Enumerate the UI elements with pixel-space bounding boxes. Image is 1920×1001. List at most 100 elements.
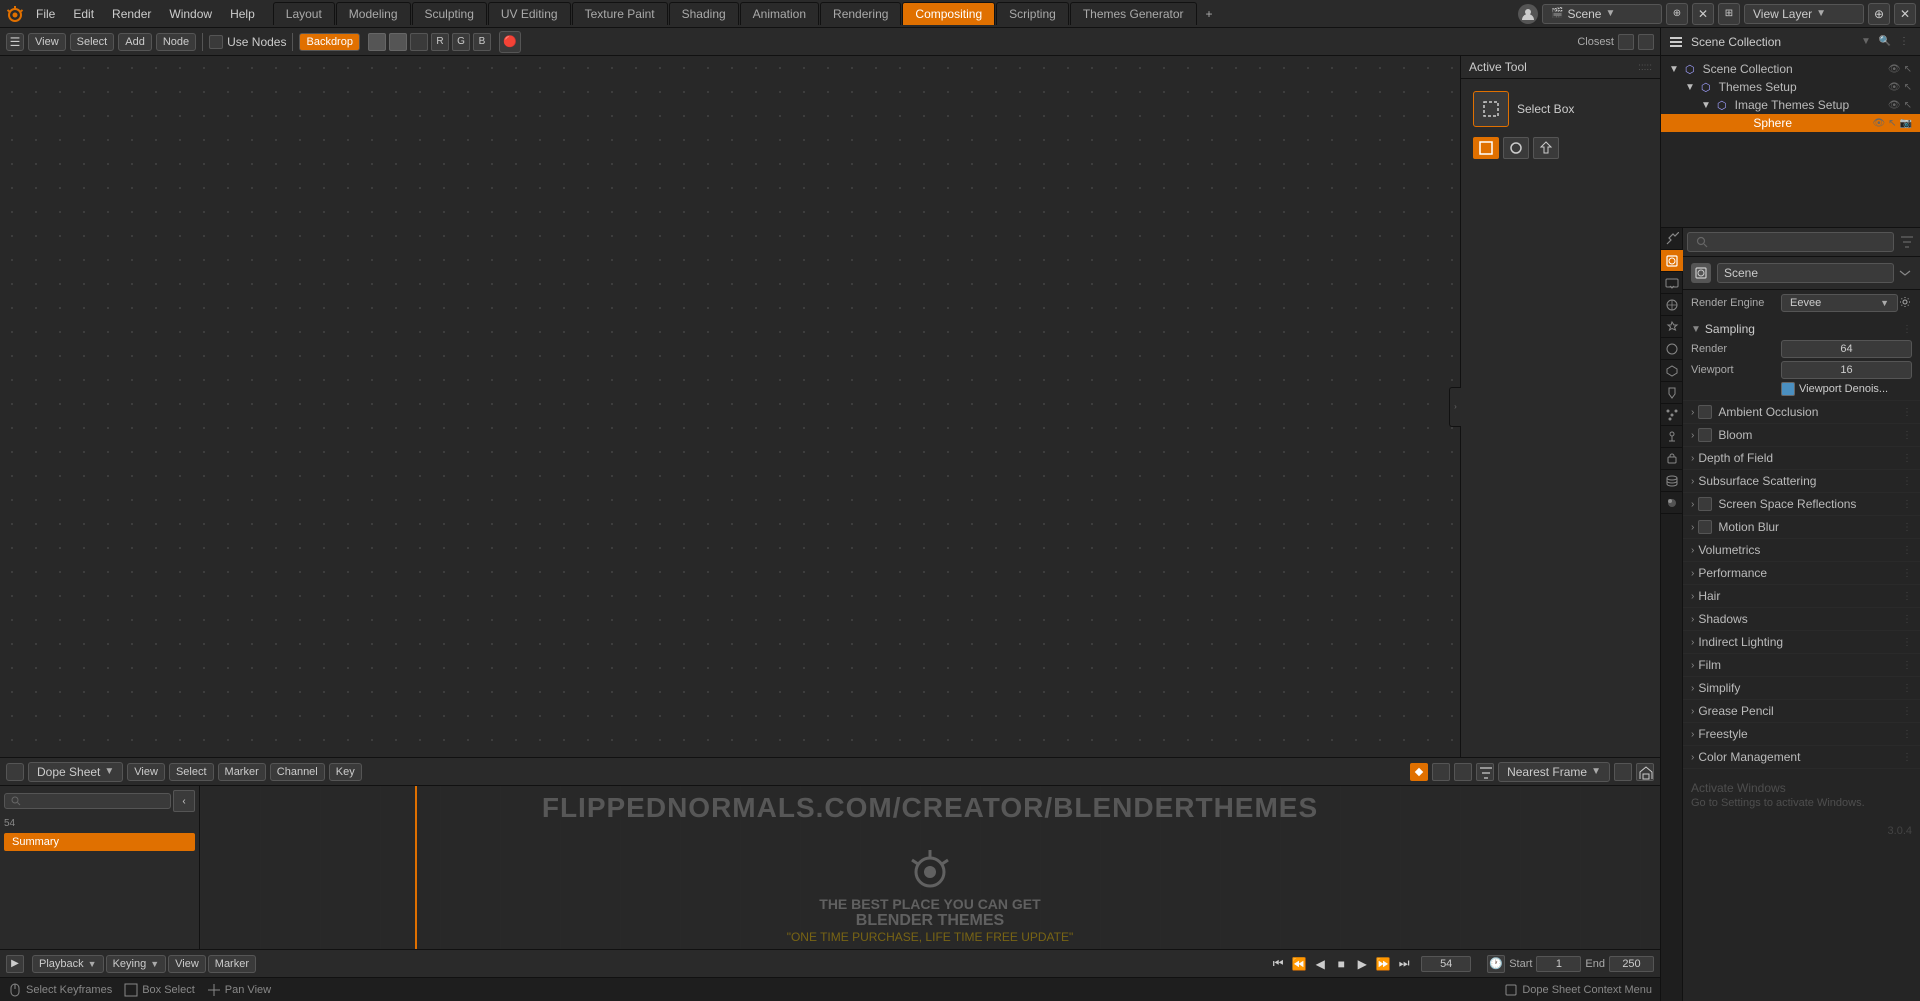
- effect-freestyle[interactable]: › Freestyle ⋮: [1683, 723, 1920, 746]
- summary-row[interactable]: Summary: [4, 833, 195, 851]
- user-icon[interactable]: [1518, 4, 1538, 24]
- compositor-color[interactable]: 🔴: [499, 31, 521, 53]
- props-search-input[interactable]: [1687, 232, 1894, 252]
- viewport-samples-input[interactable]: 16: [1781, 361, 1912, 379]
- tab-scripting[interactable]: Scripting: [996, 2, 1069, 25]
- menu-render[interactable]: Render: [104, 5, 159, 23]
- tree-item-image-themes[interactable]: ▼ ⬡ Image Themes Setup 👁 ↖: [1661, 96, 1920, 114]
- keying-btn[interactable]: Keying ▼: [106, 955, 167, 973]
- node-select-menu[interactable]: Select: [70, 33, 115, 51]
- vis-toggle-0[interactable]: 👁: [1888, 64, 1901, 75]
- menu-edit[interactable]: Edit: [65, 5, 102, 23]
- dope-right-panel[interactable]: FLIPPEDNORMALS.COM/CREATOR/BLENDERTHEMES…: [200, 786, 1660, 949]
- dope-grid-btn[interactable]: [1614, 763, 1632, 781]
- menu-window[interactable]: Window: [161, 5, 220, 23]
- dope-sheet-type[interactable]: Dope Sheet ▼: [28, 762, 123, 782]
- dope-opt-1[interactable]: [1432, 763, 1450, 781]
- node-editor-menu[interactable]: ☰: [6, 33, 24, 51]
- prop-tab-render[interactable]: [1661, 250, 1683, 272]
- render-engine-dropdown[interactable]: Eevee ▼: [1781, 294, 1898, 312]
- effect-color-mgmt[interactable]: › Color Management ⋮: [1683, 746, 1920, 769]
- effect-motion-blur[interactable]: › Motion Blur ⋮: [1683, 516, 1920, 539]
- prop-tab-data[interactable]: [1661, 470, 1683, 492]
- tool-opt-3[interactable]: [1533, 137, 1559, 159]
- vis-toggle-3[interactable]: 👁: [1872, 118, 1885, 129]
- dope-key-btn[interactable]: [1410, 763, 1428, 781]
- select-box-icon[interactable]: [1473, 91, 1509, 127]
- use-nodes-checkbox[interactable]: [209, 35, 223, 49]
- step-back-btn[interactable]: ⏪: [1290, 955, 1308, 973]
- scene-name-input[interactable]: [1717, 263, 1894, 283]
- effect-film[interactable]: › Film ⋮: [1683, 654, 1920, 677]
- play-stop-btn[interactable]: ■: [1332, 955, 1350, 973]
- effect-indirect[interactable]: › Indirect Lighting ⋮: [1683, 631, 1920, 654]
- play-forward-btn[interactable]: ▶: [1353, 955, 1371, 973]
- scene-menu-button[interactable]: ⊕: [1666, 3, 1688, 25]
- node-view-menu[interactable]: View: [28, 33, 66, 51]
- tab-modeling[interactable]: Modeling: [336, 2, 411, 25]
- node-node-menu[interactable]: Node: [156, 33, 196, 51]
- sampling-header[interactable]: ▼ Sampling ⋮: [1691, 322, 1912, 336]
- ssr-checkbox[interactable]: [1698, 497, 1712, 511]
- prop-tab-scene[interactable]: [1661, 316, 1683, 338]
- dope-channel-menu[interactable]: Channel: [270, 763, 325, 781]
- ao-checkbox[interactable]: [1698, 405, 1712, 419]
- dope-select-menu[interactable]: Select: [169, 763, 214, 781]
- node-opt-2[interactable]: [389, 33, 407, 51]
- tool-opt-1[interactable]: [1473, 137, 1499, 159]
- node-filter-btn[interactable]: [1638, 34, 1654, 50]
- effect-ambient-occlusion[interactable]: › Ambient Occlusion ⋮: [1683, 401, 1920, 424]
- outliner-search[interactable]: 🔍: [1877, 34, 1893, 50]
- prop-tab-modifier[interactable]: [1661, 382, 1683, 404]
- effect-volumetrics[interactable]: › Volumetrics ⋮: [1683, 539, 1920, 562]
- node-opt-1[interactable]: [368, 33, 386, 51]
- tree-item-scene-collection[interactable]: ▼ ⬡ Scene Collection 👁 ↖: [1661, 60, 1920, 78]
- effect-dof[interactable]: › Depth of Field ⋮: [1683, 447, 1920, 470]
- scene-selector[interactable]: 🎬 Scene ▼: [1542, 4, 1662, 24]
- backdrop-button[interactable]: Backdrop: [299, 33, 359, 51]
- dope-marker-menu[interactable]: Marker: [218, 763, 266, 781]
- sel-toggle-3[interactable]: ↖: [1888, 118, 1896, 129]
- bloom-checkbox[interactable]: [1698, 428, 1712, 442]
- dope-view-menu[interactable]: View: [127, 763, 165, 781]
- effect-performance[interactable]: › Performance ⋮: [1683, 562, 1920, 585]
- tab-themes-generator[interactable]: Themes Generator: [1070, 2, 1197, 25]
- add-workspace-button[interactable]: +: [1198, 3, 1221, 25]
- menu-file[interactable]: File: [28, 5, 63, 23]
- node-opt-4[interactable]: R: [431, 33, 449, 51]
- props-filter-btn[interactable]: [1898, 233, 1916, 251]
- tree-item-themes-setup[interactable]: ▼ ⬡ Themes Setup 👁 ↖: [1661, 78, 1920, 96]
- dope-snap-btn[interactable]: [1636, 763, 1654, 781]
- mb-checkbox[interactable]: [1698, 520, 1712, 534]
- render-engine-settings[interactable]: [1898, 295, 1912, 312]
- step-forward-btn[interactable]: ⏩: [1374, 955, 1392, 973]
- cam-toggle-3[interactable]: 📷: [1900, 118, 1912, 129]
- use-nodes-toggle[interactable]: Use Nodes: [209, 35, 286, 49]
- effect-ssr[interactable]: › Screen Space Reflections ⋮: [1683, 493, 1920, 516]
- prop-tab-world[interactable]: [1661, 338, 1683, 360]
- prop-tab-constraints[interactable]: [1661, 448, 1683, 470]
- node-opt-5[interactable]: G: [452, 33, 470, 51]
- node-canvas[interactable]: Active Tool ::::: Select Box: [0, 56, 1660, 757]
- end-frame-input[interactable]: 250: [1609, 956, 1654, 972]
- tool-panel-collapse[interactable]: ›: [1449, 387, 1461, 427]
- view-layer-remove[interactable]: ✕: [1894, 3, 1916, 25]
- prop-tab-material[interactable]: [1661, 492, 1683, 514]
- tab-sculpting[interactable]: Sculpting: [412, 2, 487, 25]
- scene-link-button[interactable]: ⊞: [1718, 3, 1740, 25]
- tool-opt-2[interactable]: [1503, 137, 1529, 159]
- jump-start-btn[interactable]: ⏮: [1269, 955, 1287, 973]
- playback-mode-btn[interactable]: ▶: [6, 955, 24, 973]
- effect-hair[interactable]: › Hair ⋮: [1683, 585, 1920, 608]
- menu-help[interactable]: Help: [222, 5, 263, 23]
- node-add-menu[interactable]: Add: [118, 33, 152, 51]
- tab-layout[interactable]: Layout: [273, 2, 335, 25]
- node-option-btn[interactable]: [1618, 34, 1634, 50]
- time-icon[interactable]: 🕐: [1487, 955, 1505, 973]
- effect-shadows[interactable]: › Shadows ⋮: [1683, 608, 1920, 631]
- tab-texture-paint[interactable]: Texture Paint: [572, 2, 668, 25]
- frame-method-selector[interactable]: Nearest Frame ▼: [1498, 762, 1610, 782]
- dope-search[interactable]: [4, 793, 171, 809]
- viewport-denoise-checkbox[interactable]: [1781, 382, 1795, 396]
- tab-compositing[interactable]: Compositing: [902, 2, 995, 25]
